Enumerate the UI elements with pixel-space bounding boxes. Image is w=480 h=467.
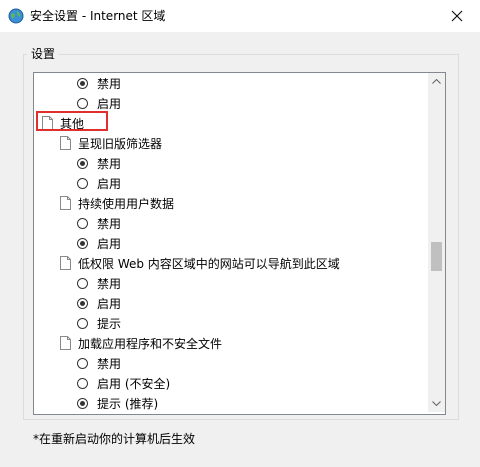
- window-title: 安全设置 - Internet 区域: [30, 9, 166, 23]
- radio-option[interactable]: 提示 (推荐): [77, 393, 158, 413]
- row-label: 启用 (不安全): [97, 376, 171, 391]
- row-label: 禁用: [97, 76, 122, 91]
- radio-button-checked[interactable]: [77, 157, 88, 169]
- row-label: 禁用: [97, 276, 122, 291]
- radio-button-checked[interactable]: [77, 397, 88, 409]
- internet-globe-icon: [8, 8, 24, 24]
- radio-option[interactable]: 启用: [77, 233, 121, 253]
- restart-footnote: *在重新启动你的计算机后生效: [33, 432, 196, 446]
- radio-button-checked[interactable]: [77, 77, 88, 89]
- highlight-box: [36, 111, 108, 131]
- row-label: 提示 (推荐): [97, 396, 159, 411]
- row-label: 提示: [97, 316, 122, 331]
- settings-group-label: 设置: [27, 45, 60, 62]
- row-label: 低权限 Web 内容区域中的网站可以导航到此区域: [78, 256, 340, 271]
- scroll-down-button[interactable]: [428, 395, 445, 412]
- chevron-up-icon: [432, 79, 441, 84]
- radio-button[interactable]: [77, 217, 88, 229]
- radio-option[interactable]: 禁用: [77, 273, 121, 293]
- document-icon: [60, 196, 71, 210]
- setting-item[interactable]: 低权限 Web 内容区域中的网站可以导航到此区域: [60, 253, 340, 273]
- radio-button[interactable]: [77, 277, 88, 289]
- radio-option[interactable]: 启用: [77, 293, 121, 313]
- row-label: 启用: [97, 296, 122, 311]
- setting-item[interactable]: 加载应用程序和不安全文件: [60, 333, 222, 353]
- document-icon: [60, 136, 71, 150]
- row-label: 启用: [97, 96, 122, 111]
- row-label: 禁用: [97, 216, 122, 231]
- radio-option[interactable]: 禁用: [77, 213, 121, 233]
- radio-option[interactable]: 提示: [77, 313, 121, 333]
- radio-button[interactable]: [77, 317, 88, 329]
- radio-button[interactable]: [77, 357, 88, 369]
- radio-option[interactable]: 禁用: [77, 153, 121, 173]
- radio-option[interactable]: 启用: [77, 173, 121, 193]
- settings-tree[interactable]: 禁用 启用 其他 呈现旧版筛选器 禁用 启用 持续使用用户数据 禁用 启用 低权限 Web 内容区…: [33, 72, 446, 415]
- radio-button-checked[interactable]: [77, 297, 88, 309]
- radio-option[interactable]: 禁用: [77, 353, 121, 373]
- row-label: 呈现旧版筛选器: [78, 136, 163, 151]
- radio-button-checked[interactable]: [77, 237, 88, 249]
- row-label: 持续使用用户数据: [78, 196, 175, 211]
- radio-option[interactable]: 启用: [77, 93, 121, 113]
- radio-button[interactable]: [77, 377, 88, 389]
- vertical-scrollbar[interactable]: [428, 73, 445, 412]
- row-label: 启用: [97, 236, 122, 251]
- radio-option[interactable]: 禁用: [77, 73, 121, 93]
- setting-item[interactable]: 呈现旧版筛选器: [60, 133, 162, 153]
- close-button[interactable]: [434, 0, 480, 32]
- setting-item[interactable]: 将文件上载到服务器时包含本地目录路径: [60, 413, 294, 416]
- setting-item[interactable]: 持续使用用户数据: [60, 193, 174, 213]
- row-label: 禁用: [97, 356, 122, 371]
- radio-option[interactable]: 启用 (不安全): [77, 373, 170, 393]
- chevron-down-icon: [432, 401, 441, 406]
- row-label: 启用: [97, 176, 122, 191]
- radio-button[interactable]: [77, 177, 88, 189]
- document-icon: [60, 256, 71, 270]
- row-label: 加载应用程序和不安全文件: [78, 336, 223, 351]
- scroll-up-button[interactable]: [428, 73, 445, 90]
- row-label: 禁用: [97, 156, 122, 171]
- row-label: 将文件上载到服务器时包含本地目录路径: [78, 415, 294, 416]
- radio-button[interactable]: [77, 97, 88, 109]
- document-icon: [60, 336, 71, 350]
- scroll-thumb[interactable]: [431, 242, 442, 271]
- close-icon: [451, 10, 463, 22]
- title-bar: 安全设置 - Internet 区域: [0, 0, 480, 32]
